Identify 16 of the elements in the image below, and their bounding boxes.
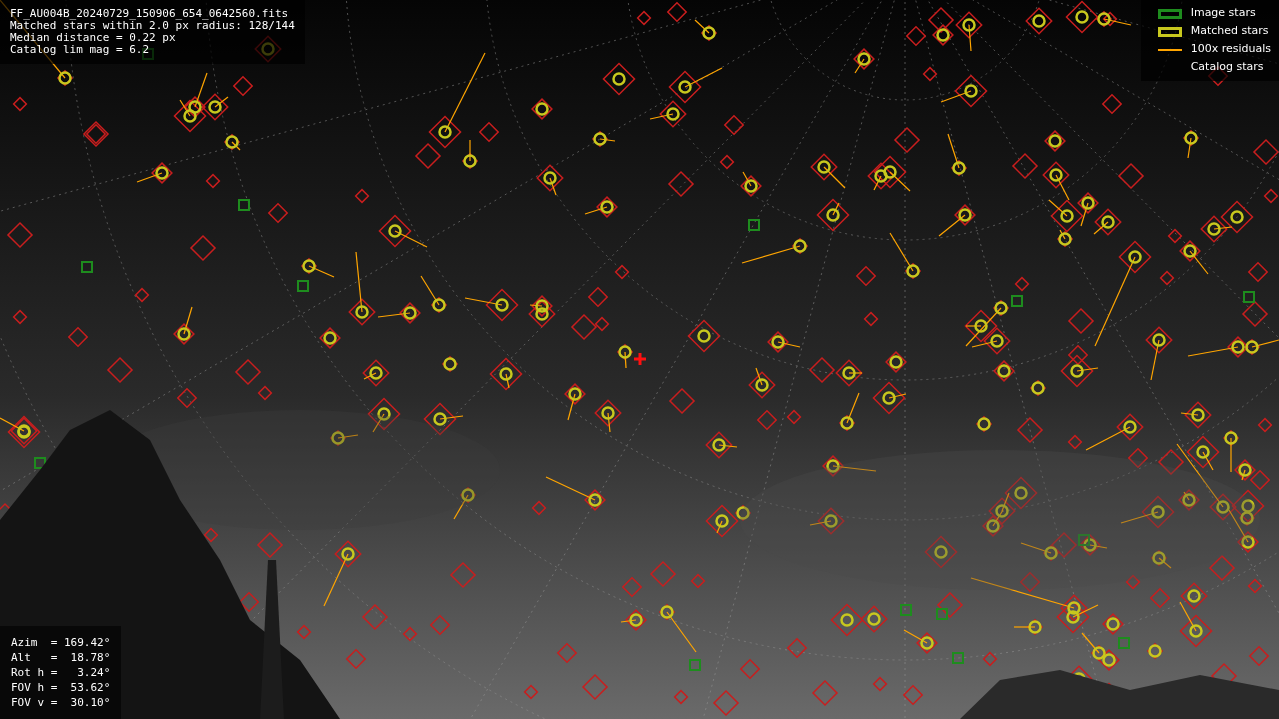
info-text: FF_AU004B_20240729_150906_654_0642560.fits [10,8,290,20]
pointing-text: FOV h = 53.62° [11,680,111,695]
pointing-text: Alt = 18.78° [11,650,111,665]
info-text: Catalog lim mag = 6.2 [10,44,151,56]
legend-label: Matched stars [1190,23,1269,40]
legend-label: Image stars [1190,5,1256,22]
pointing-text: FOV v = 30.10° [11,695,111,710]
info-text: Median distance = 0.22 px [10,32,177,44]
pointing-text: Rot h = 3.24° [11,665,111,680]
legend-box-icon [1157,26,1182,37]
legend-box-icon [1157,8,1182,19]
legend-label: 100x residuals [1190,41,1271,58]
info-text: Matched stars within 2.0 px radius: 128/144 [10,20,295,32]
legend-line-icon [1157,48,1182,51]
pointing-text: Azim = 169.42° [11,635,111,650]
legend-label: Catalog stars [1190,59,1264,76]
